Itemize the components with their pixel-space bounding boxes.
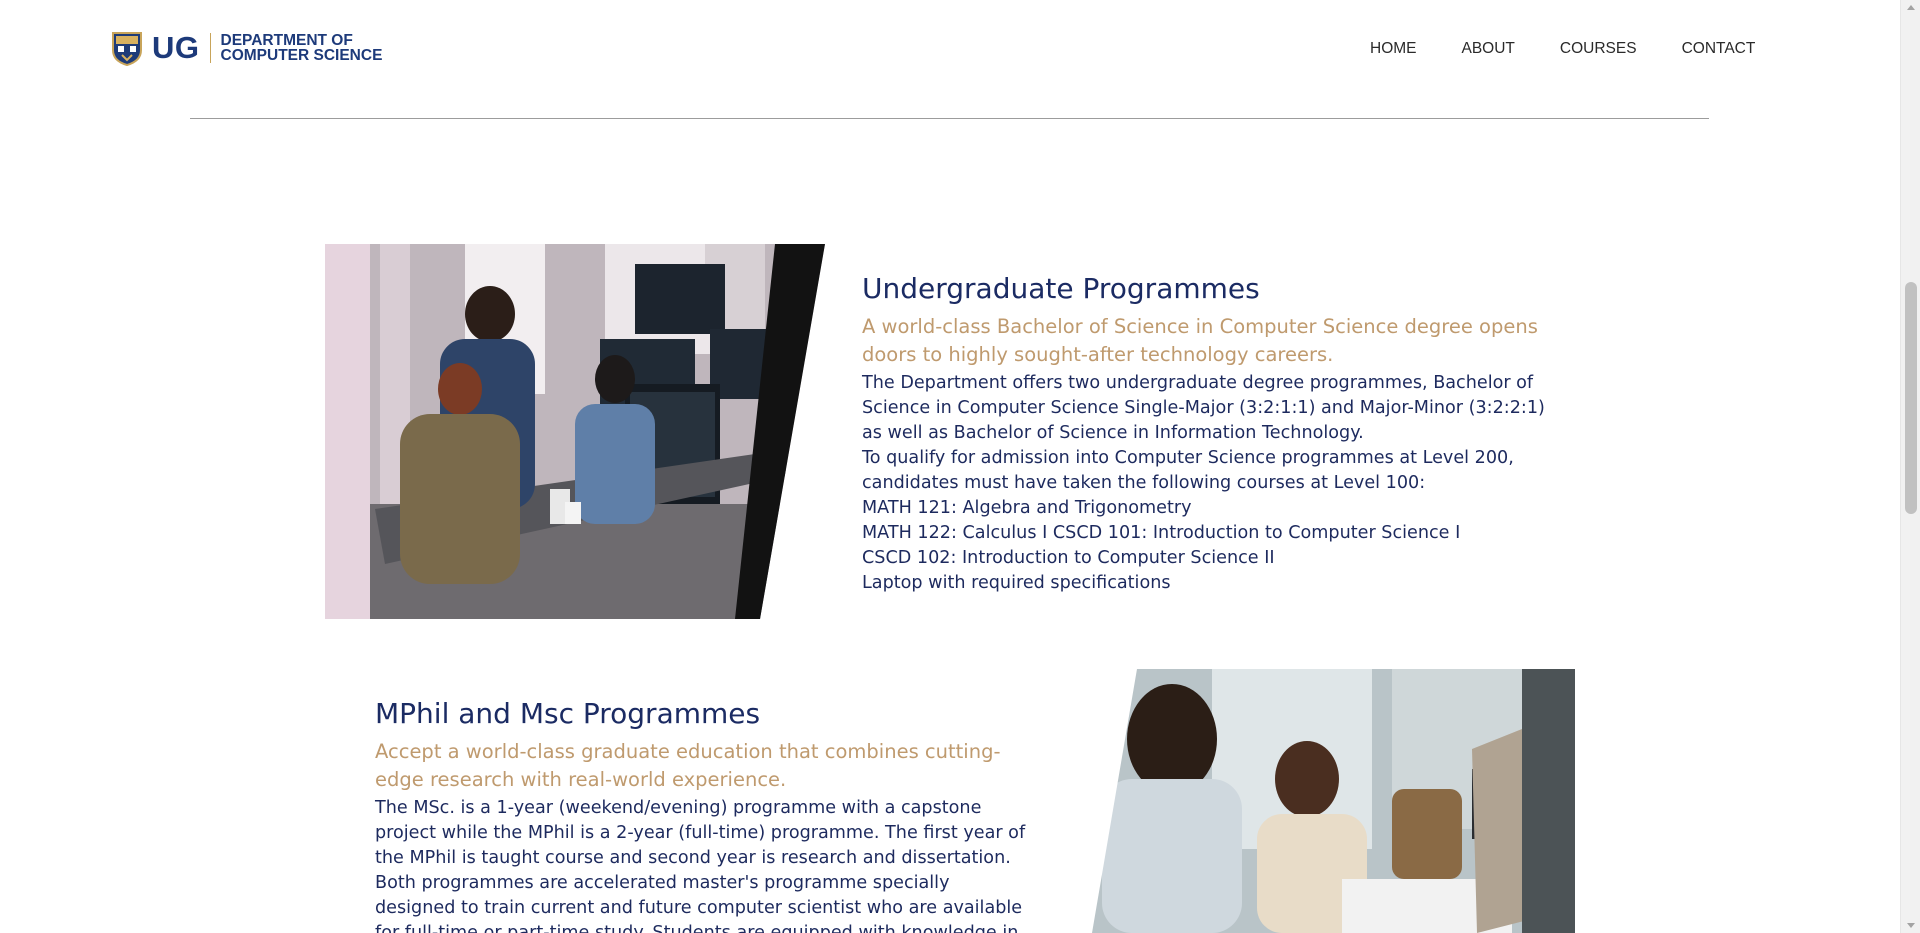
undergraduate-title: Undergraduate Programmes [862, 272, 1260, 305]
postgraduate-body: The MSc. is a 1-year (weekend/evening) p… [375, 796, 1035, 933]
undergraduate-paragraph: To qualify for admission into Computer S… [862, 448, 1514, 493]
postgraduate-subtitle: Accept a world-class graduate education … [375, 740, 1001, 791]
crest-icon [112, 32, 142, 66]
postgraduate-image [1092, 669, 1575, 933]
site-logo[interactable]: UG DEPARTMENT OF COMPUTER SCIENCE [110, 30, 382, 66]
logo-divider [209, 33, 211, 63]
nav-contact-link[interactable]: CONTACT [1682, 40, 1756, 58]
undergraduate-image [325, 244, 825, 619]
course-requirement: Laptop with required specifications [862, 573, 1171, 593]
postgraduate-title: MPhil and Msc Programmes [375, 697, 761, 730]
scroll-up-icon[interactable] [1907, 5, 1915, 10]
scrollbar-thumb[interactable] [1905, 282, 1917, 514]
page-scrollbar[interactable] [1900, 0, 1920, 933]
nav-home-link[interactable]: HOME [1370, 40, 1417, 58]
undergraduate-subtitle: A world-class Bachelor of Science in Com… [862, 315, 1538, 366]
course-requirement: MATH 121: Algebra and Trigonometry [862, 498, 1192, 518]
postgraduate-section: MPhil and Msc Programmes Accept a world-… [375, 697, 1035, 933]
course-requirement: CSCD 102: Introduction to Computer Scien… [862, 548, 1275, 568]
header-divider [190, 118, 1709, 119]
undergraduate-paragraph: The Department offers two undergraduate … [862, 373, 1545, 443]
logo-dept-line2: COMPUTER SCIENCE [220, 47, 383, 64]
logo-department-text: DEPARTMENT OF COMPUTER SCIENCE [220, 32, 383, 64]
nav-courses-link[interactable]: COURSES [1560, 40, 1637, 58]
undergraduate-section: Undergraduate Programmes A world-class B… [862, 272, 1552, 596]
scroll-down-icon[interactable] [1907, 923, 1915, 928]
main-nav: HOME ABOUT COURSES CONTACT [1370, 40, 1800, 58]
nav-about-link[interactable]: ABOUT [1462, 40, 1515, 58]
logo-ug-text: UG [152, 30, 200, 65]
logo-dept-line1: DEPARTMENT OF [220, 32, 353, 49]
postgraduate-paragraph: The MSc. is a 1-year (weekend/evening) p… [375, 798, 1026, 933]
undergraduate-body: The Department offers two undergraduate … [862, 371, 1552, 596]
course-requirement: MATH 122: Calculus I CSCD 101: Introduct… [862, 523, 1461, 543]
site-header: UG DEPARTMENT OF COMPUTER SCIENCE HOME A… [0, 0, 1900, 120]
